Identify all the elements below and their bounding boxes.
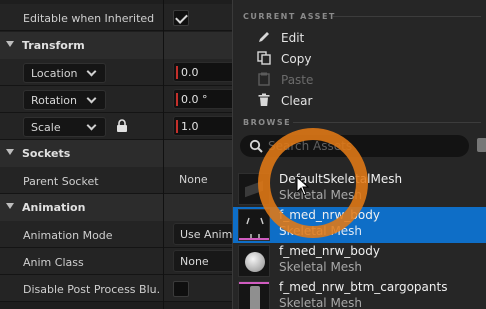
disable-post-process-checkbox[interactable] <box>173 281 189 297</box>
search-icon <box>249 139 263 153</box>
editable-when-inherited-row: Editable when Inherited <box>0 4 232 31</box>
body-mesh-preview <box>246 217 264 238</box>
animation-section-header[interactable]: Animation <box>0 194 232 221</box>
scale-x-field[interactable]: 1.0 <box>173 116 232 136</box>
trash-icon <box>258 93 270 106</box>
asset-type: Skeletal Mesh <box>279 224 363 238</box>
pencil-icon <box>259 32 269 42</box>
x-axis-marker <box>176 93 178 106</box>
sockets-section-title: Sockets <box>22 147 71 160</box>
anim-class-label: Anim Class <box>23 256 84 269</box>
expand-arrow-icon <box>6 203 14 209</box>
search-placeholder: Search Assets <box>268 139 353 153</box>
chevron-down-icon <box>86 93 97 104</box>
asset-name: f_med_nrw_body <box>279 244 380 258</box>
x-axis-marker <box>176 120 178 133</box>
paste-menu-item[interactable]: Paste <box>233 69 486 90</box>
scale-label: Scale <box>31 121 61 134</box>
asset-type: Skeletal Mesh <box>279 260 363 274</box>
copy-menu-item[interactable]: Copy <box>233 48 486 69</box>
mesh-preview <box>245 180 263 198</box>
edit-menu-item[interactable]: Edit <box>233 27 486 48</box>
location-dropdown[interactable]: Location <box>23 63 106 83</box>
scale-x-value: 1.0 <box>181 120 199 133</box>
pants-preview <box>250 286 260 309</box>
rotation-x-field[interactable]: 0.0 ° <box>173 89 232 109</box>
asset-name: f_med_nrw_body <box>279 208 380 222</box>
clear-menu-item[interactable]: Clear <box>233 90 486 111</box>
asset-type: Skeletal Mesh <box>279 296 363 309</box>
anim-class-row: Anim Class None <box>0 248 232 275</box>
asset-type: Skeletal Mesh <box>279 188 363 202</box>
paste-label: Paste <box>281 73 314 87</box>
thumbnail-accent-bar <box>239 238 269 240</box>
parent-socket-label: Parent Socket <box>23 175 99 188</box>
thumbnail-accent-bar <box>239 282 269 284</box>
asset-list-item[interactable]: DefaultSkeletalMesh Skeletal Mesh <box>233 171 486 207</box>
asset-name: f_med_nrw_btm_cargopants <box>279 280 448 294</box>
expand-arrow-icon <box>6 41 14 47</box>
lock-icon[interactable] <box>116 119 128 133</box>
x-axis-marker <box>176 66 178 79</box>
rotation-label: Rotation <box>31 94 78 107</box>
scale-dropdown[interactable]: Scale <box>23 117 106 137</box>
copy-label: Copy <box>281 52 312 66</box>
asset-name: DefaultSkeletalMesh <box>279 172 403 186</box>
chevron-down-icon <box>86 120 97 131</box>
sphere-preview <box>245 252 265 272</box>
search-box[interactable]: Search Assets <box>240 135 469 157</box>
editable-when-inherited-label: Editable when Inherited <box>23 12 155 25</box>
asset-list-item-selected[interactable]: f_med_nrw_body Skeletal Mesh <box>233 207 486 243</box>
scale-row: Scale 1.0 <box>0 113 232 140</box>
asset-list-item[interactable]: f_med_nrw_btm_cargopants Skeletal Mesh <box>233 279 486 309</box>
paste-icon <box>258 72 270 86</box>
location-row: Location 0.0 <box>0 59 232 86</box>
animation-mode-label: Animation Mode <box>23 229 113 242</box>
location-x-field[interactable]: 0.0 <box>173 62 232 82</box>
rotation-dropdown[interactable]: Rotation <box>23 90 106 110</box>
details-panel: Editable when Inherited Transform Locati… <box>0 0 232 309</box>
parent-socket-value[interactable]: None <box>179 173 208 186</box>
current-asset-heading: CURRENT ASSET <box>243 12 336 21</box>
editable-when-inherited-checkbox[interactable] <box>173 10 189 26</box>
asset-thumbnail <box>238 245 270 277</box>
transform-section-title: Transform <box>22 39 85 52</box>
disable-post-process-label: Disable Post Process Blu... <box>23 283 159 296</box>
clear-label: Clear <box>281 94 313 108</box>
location-x-value: 0.0 <box>181 66 199 79</box>
sockets-section-header[interactable]: Sockets <box>0 140 232 167</box>
anim-class-value: None <box>180 255 209 268</box>
asset-picker-menu: CURRENT ASSET Edit Copy Paste Clear BROW… <box>232 0 486 309</box>
chevron-down-icon <box>86 66 97 77</box>
disable-post-process-row: Disable Post Process Blu... <box>0 275 232 302</box>
heading-rule <box>333 16 481 17</box>
asset-thumbnail <box>238 173 270 205</box>
edit-label: Edit <box>281 31 305 45</box>
location-label: Location <box>31 67 78 80</box>
transform-section-header[interactable]: Transform <box>0 32 232 59</box>
parent-socket-row: Parent Socket None <box>0 167 232 194</box>
asset-thumbnail <box>238 209 270 241</box>
animation-mode-dropdown[interactable]: Use Anima <box>173 223 232 245</box>
rotation-x-value: 0.0 ° <box>181 93 208 106</box>
animation-mode-value: Use Anima <box>180 228 232 241</box>
column-divider <box>163 0 164 309</box>
animation-section-title: Animation <box>22 201 86 214</box>
anim-class-dropdown[interactable]: None <box>173 250 232 272</box>
options-icon[interactable] <box>477 138 486 152</box>
rotation-row: Rotation 0.0 ° <box>0 86 232 113</box>
animation-mode-row: Animation Mode Use Anima <box>0 221 232 248</box>
heading-rule <box>293 122 481 123</box>
copy-icon <box>257 51 271 65</box>
browse-heading: BROWSE <box>243 118 292 127</box>
asset-list-item[interactable]: f_med_nrw_body Skeletal Mesh <box>233 243 486 279</box>
expand-arrow-icon <box>6 149 14 155</box>
asset-thumbnail <box>238 281 270 309</box>
